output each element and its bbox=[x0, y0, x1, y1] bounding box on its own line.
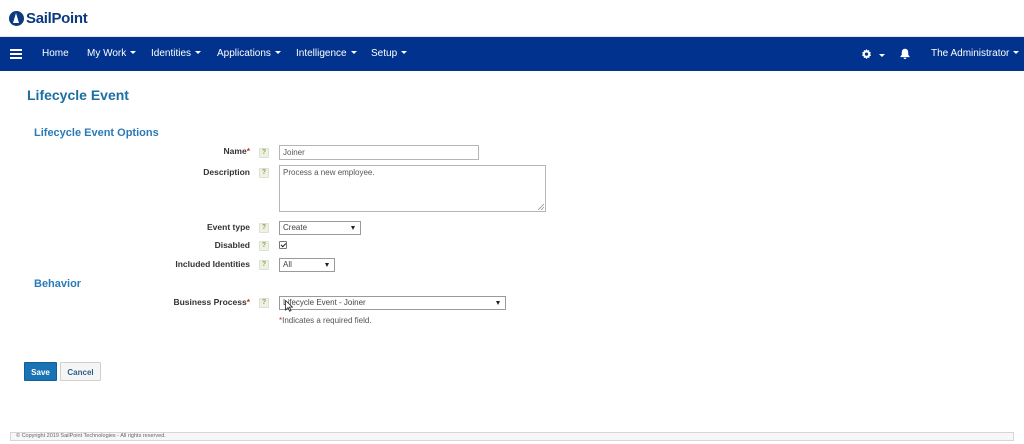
dropdown-arrow-icon bbox=[351, 226, 355, 230]
footer: © Copyright 2019 SailPoint Technologies … bbox=[10, 432, 1014, 441]
included-identities-select[interactable]: All bbox=[279, 258, 335, 272]
disabled-label: Disabled bbox=[214, 240, 250, 250]
business-process-select[interactable]: Lifecycle Event - Joiner bbox=[279, 296, 506, 310]
page-title: Lifecycle Event bbox=[27, 87, 129, 103]
nav-item-label: My Work bbox=[87, 48, 127, 59]
nav-item-label: Identities bbox=[151, 48, 192, 59]
nav-item-identities[interactable]: Identities bbox=[151, 37, 202, 71]
mouse-pointer-icon bbox=[285, 300, 293, 312]
settings-caret-down-icon[interactable] bbox=[879, 54, 885, 57]
sailpoint-logo-icon bbox=[9, 11, 24, 26]
section-title-behavior: Behavior bbox=[34, 278, 82, 290]
cancel-button[interactable]: Cancel bbox=[60, 362, 101, 381]
caret-down-icon bbox=[130, 50, 137, 54]
user-menu[interactable]: The Administrator bbox=[931, 37, 1020, 71]
required-asterisk: * bbox=[246, 146, 250, 156]
nav-item-my-work[interactable]: My Work bbox=[87, 37, 137, 71]
nav-item-label: Applications bbox=[217, 48, 271, 59]
help-icon[interactable]: ? bbox=[259, 298, 269, 308]
help-icon[interactable]: ? bbox=[259, 260, 269, 270]
copyright-text: © Copyright 2019 SailPoint Technologies … bbox=[16, 433, 166, 439]
help-icon[interactable]: ? bbox=[259, 148, 269, 158]
included-identities-value: All bbox=[283, 260, 292, 269]
nav-item-home[interactable]: Home bbox=[42, 37, 69, 71]
required-asterisk: * bbox=[246, 297, 250, 307]
gear-icon[interactable] bbox=[861, 49, 872, 60]
required-field-note: *Indicates a required field. bbox=[279, 316, 372, 325]
name-label: Name* bbox=[50, 146, 250, 156]
resize-grip-icon[interactable] bbox=[538, 204, 544, 210]
event-type-label: Event type bbox=[207, 222, 250, 232]
event-type-value: Create bbox=[283, 223, 308, 232]
help-icon[interactable]: ? bbox=[259, 168, 269, 178]
business-process-label: Business Process* bbox=[50, 297, 250, 307]
user-name: The Administrator bbox=[931, 48, 1010, 59]
nav-item-label: Intelligence bbox=[296, 48, 347, 59]
main-navbar: Home My Work Identities Applications Int… bbox=[0, 37, 1024, 71]
save-button[interactable]: Save bbox=[24, 362, 57, 381]
dropdown-arrow-icon bbox=[496, 301, 500, 305]
description-label: Description bbox=[203, 167, 250, 177]
caret-down-icon bbox=[195, 50, 202, 54]
required-note-text: Indicates a required field. bbox=[282, 316, 372, 325]
business-process-value: Lifecycle Event - Joiner bbox=[283, 298, 366, 307]
nav-item-setup[interactable]: Setup bbox=[371, 37, 408, 71]
event-type-select[interactable]: Create bbox=[279, 221, 361, 235]
nav-item-label: Home bbox=[42, 48, 69, 59]
sailpoint-logo[interactable]: SailPoint bbox=[9, 10, 88, 27]
menu-icon[interactable] bbox=[10, 49, 22, 59]
caret-down-icon bbox=[401, 50, 408, 54]
business-process-label-text: Business Process bbox=[173, 297, 247, 307]
name-label-text: Name bbox=[223, 146, 247, 156]
description-text: Process a new employee. bbox=[283, 168, 375, 177]
description-field[interactable]: Process a new employee. bbox=[279, 165, 546, 212]
caret-down-icon bbox=[274, 50, 281, 54]
section-title-options: Lifecycle Event Options bbox=[34, 127, 159, 139]
nav-item-intelligence[interactable]: Intelligence bbox=[296, 37, 357, 71]
page: SailPoint Home My Work Identities Applic… bbox=[0, 0, 1024, 444]
disabled-checkbox[interactable] bbox=[279, 241, 287, 249]
help-icon[interactable]: ? bbox=[259, 223, 269, 233]
logo-bar: SailPoint bbox=[0, 0, 1024, 37]
name-field[interactable]: Joiner bbox=[279, 145, 479, 160]
bell-icon[interactable] bbox=[899, 48, 911, 60]
caret-down-icon bbox=[1013, 50, 1020, 54]
included-identities-label: Included Identities bbox=[175, 259, 250, 269]
caret-down-icon bbox=[350, 50, 357, 54]
dropdown-arrow-icon bbox=[325, 263, 329, 267]
nav-item-applications[interactable]: Applications bbox=[217, 37, 281, 71]
help-icon[interactable]: ? bbox=[259, 241, 269, 251]
nav-item-label: Setup bbox=[371, 48, 398, 59]
logo-text: SailPoint bbox=[26, 10, 88, 27]
